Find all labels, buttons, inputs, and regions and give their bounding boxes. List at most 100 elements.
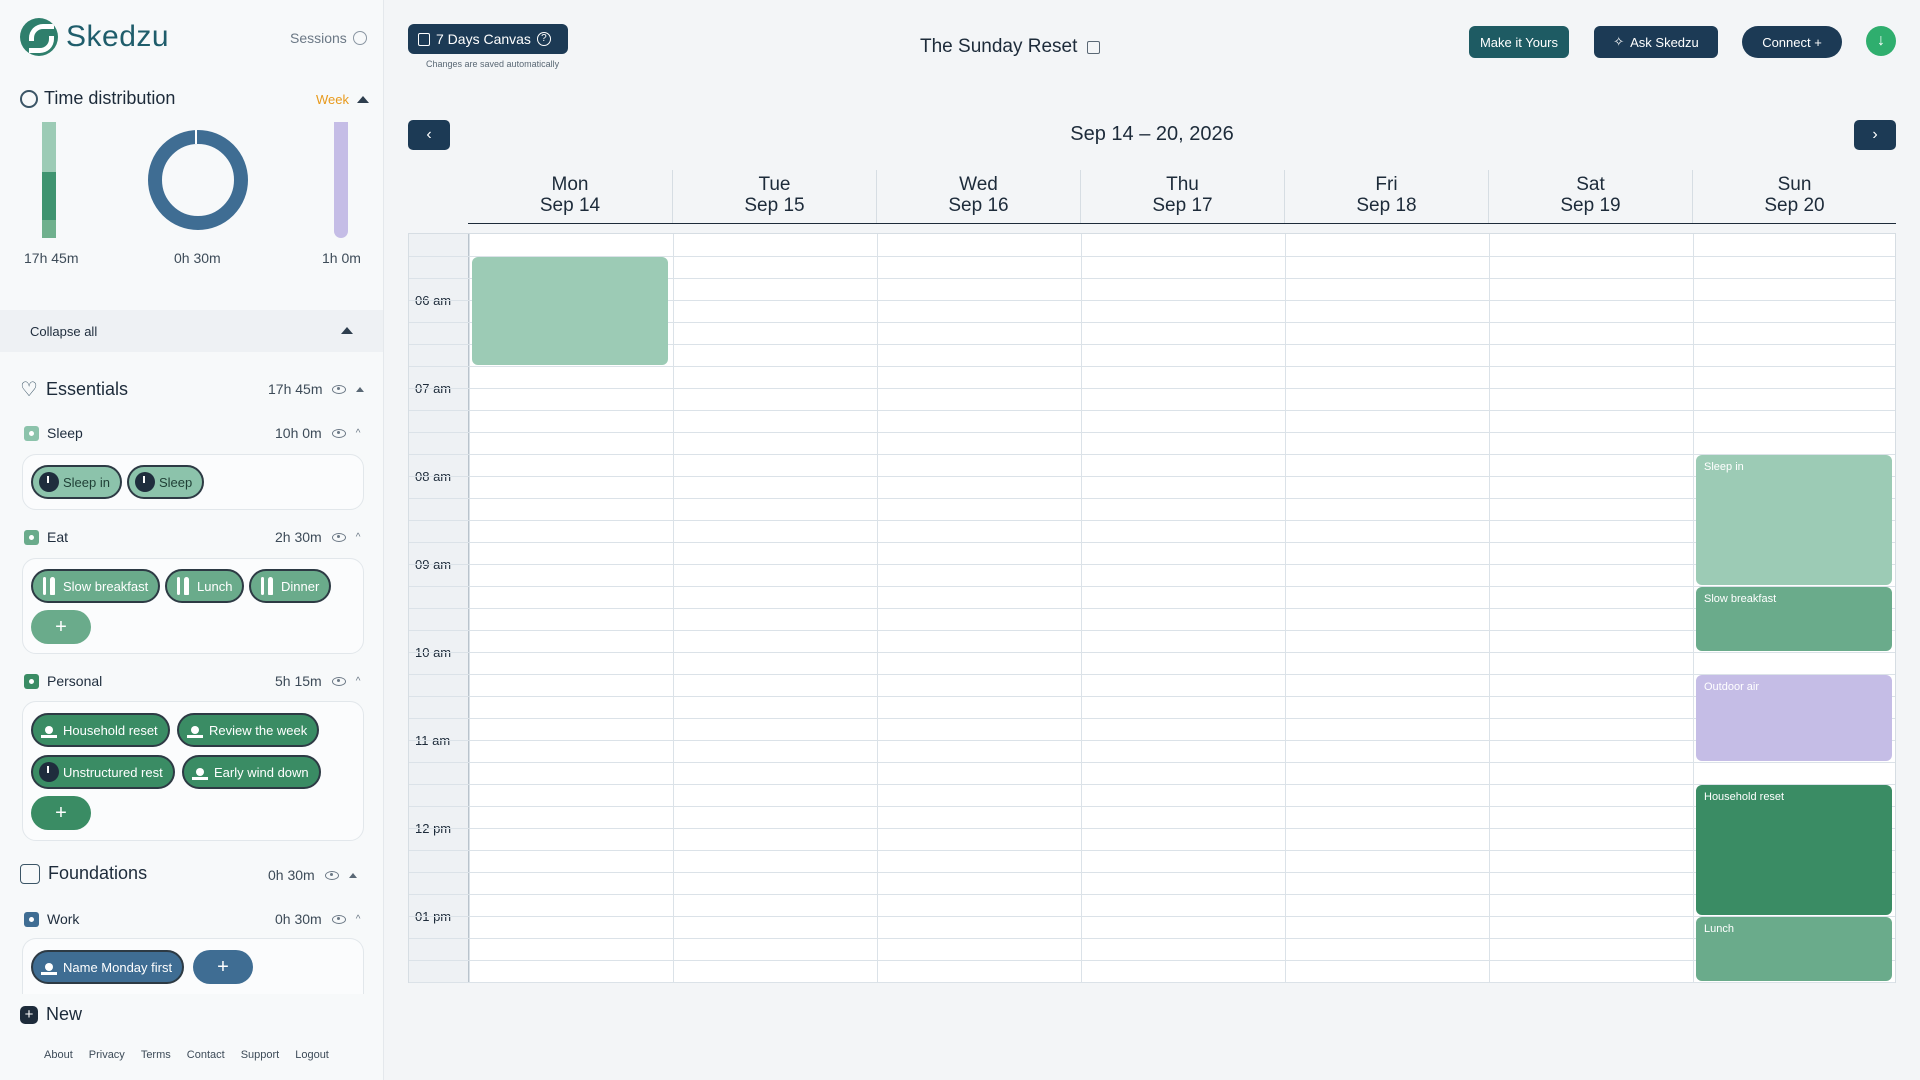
personal-duration-value: 5h 15m xyxy=(275,673,322,689)
day-date: Sep 15 xyxy=(744,195,805,216)
eye-icon[interactable] xyxy=(324,870,339,880)
add-eat-activity-button[interactable]: + xyxy=(31,610,91,644)
activity-chip[interactable]: Sleep in xyxy=(31,465,122,499)
grid-line xyxy=(409,938,1895,939)
previous-week-button[interactable]: ‹ xyxy=(408,120,450,150)
activity-chip[interactable]: Name Monday first xyxy=(31,950,185,984)
essentials-duration: 17h 45m xyxy=(268,381,365,397)
grid-line xyxy=(409,454,1895,455)
sessions-button[interactable]: Sessions xyxy=(290,30,367,46)
chevron-up-icon[interactable]: ^ xyxy=(356,676,361,687)
help-icon[interactable]: ? xyxy=(536,32,551,46)
new-button[interactable]: + New xyxy=(20,1004,82,1025)
chevron-up-icon[interactable]: ^ xyxy=(356,532,361,543)
chevron-up-icon[interactable]: ^ xyxy=(356,914,361,925)
activity-chip[interactable]: Review the week xyxy=(177,713,320,747)
calendar-grid[interactable]: 06 am 07 am 08 am 09 am 10 am 11 am 12 pm 01 pm… xyxy=(408,233,1896,983)
collapse-all-button[interactable]: Collapse all xyxy=(0,310,383,352)
calendar-event[interactable] xyxy=(472,257,668,365)
footer-link-privacy[interactable]: Privacy xyxy=(89,1049,125,1061)
footer-link-terms[interactable]: Terms xyxy=(141,1049,171,1061)
activity-chip[interactable]: Unstructured rest xyxy=(31,755,175,789)
grid-line xyxy=(409,718,1895,719)
eye-icon[interactable] xyxy=(331,914,346,924)
category-eat[interactable]: Eat xyxy=(24,529,68,545)
foundations-duration-value: 0h 30m xyxy=(268,867,315,883)
edit-icon[interactable] xyxy=(1087,40,1101,54)
other-bar xyxy=(334,122,348,238)
footer-link-logout[interactable]: Logout xyxy=(295,1049,329,1061)
chevron-up-icon[interactable]: ^ xyxy=(356,428,361,439)
calendar-event[interactable]: Slow breakfast xyxy=(1696,587,1892,651)
activity-chip[interactable]: Sleep xyxy=(127,465,205,499)
calendar-event[interactable]: Lunch xyxy=(1696,917,1892,981)
caret-up-icon[interactable] xyxy=(348,872,357,878)
connect-label: Connect + xyxy=(1762,34,1822,50)
day-date: Sep 20 xyxy=(1764,195,1825,216)
essentials-title: Essentials xyxy=(45,379,128,399)
eye-icon[interactable] xyxy=(331,676,346,686)
canvas-mode-button[interactable]: 7 Days Canvas ? xyxy=(408,24,568,54)
essentials-total: 17h 45m xyxy=(24,250,79,266)
footer-link-about[interactable]: About xyxy=(44,1049,73,1061)
next-week-button[interactable]: › xyxy=(1854,120,1896,150)
activity-chip[interactable]: Dinner xyxy=(249,569,332,603)
essentials-section-header[interactable]: ♡ Essentials xyxy=(20,377,128,402)
grid-line xyxy=(409,498,1895,499)
caret-up-icon[interactable] xyxy=(356,386,365,392)
ask-skedzu-label: Ask Skedzu xyxy=(1630,34,1699,50)
fork-knife-icon xyxy=(39,576,59,596)
clock-icon xyxy=(352,31,367,45)
canvas-icon xyxy=(418,32,430,46)
grid-line xyxy=(409,608,1895,609)
eye-icon[interactable] xyxy=(332,384,347,394)
day-column-divider xyxy=(877,234,878,982)
eye-icon[interactable] xyxy=(331,428,346,438)
download-icon[interactable]: ↓ xyxy=(1866,26,1896,56)
grid-line xyxy=(409,674,1895,675)
add-personal-activity-button[interactable]: + xyxy=(31,796,91,830)
category-work[interactable]: Work xyxy=(24,911,79,927)
grid-line xyxy=(409,586,1895,587)
app-logo[interactable]: Skedzu xyxy=(20,18,169,56)
period-toggle[interactable]: Week xyxy=(316,92,369,107)
grid-line xyxy=(409,564,1895,565)
sparkle-icon: ✧ xyxy=(1613,34,1625,49)
make-it-yours-label: Make it Yours xyxy=(1479,34,1559,50)
eye-icon[interactable] xyxy=(331,532,346,542)
make-it-yours-button[interactable]: Make it Yours xyxy=(1469,26,1569,58)
add-work-activity-button[interactable]: + xyxy=(193,950,253,984)
day-header: Thu Sep 17 xyxy=(1080,170,1284,224)
chip-label: Unstructured rest xyxy=(63,764,163,780)
new-label: New xyxy=(46,1004,83,1024)
day-of-week: Thu xyxy=(1166,174,1199,195)
ask-skedzu-button[interactable]: ✧ Ask Skedzu xyxy=(1594,26,1718,58)
foundations-section-header[interactable]: Foundations xyxy=(20,863,147,884)
other-total: 1h 0m xyxy=(322,250,361,266)
calendar-event[interactable]: Sleep in xyxy=(1696,455,1892,585)
work-duration: 0h 30m ^ xyxy=(275,911,360,927)
collapse-all-label: Collapse all xyxy=(30,324,98,339)
eat-duration: 2h 30m ^ xyxy=(275,529,360,545)
grid-line xyxy=(409,850,1895,851)
activity-chip[interactable]: Lunch xyxy=(165,569,245,603)
day-header: Fri Sep 18 xyxy=(1284,170,1488,224)
pie-chart-icon xyxy=(20,89,38,108)
grid-line xyxy=(409,542,1895,543)
heart-icon: ♡ xyxy=(20,379,38,401)
activity-chip[interactable]: Slow breakfast xyxy=(31,569,161,603)
category-sleep[interactable]: Sleep xyxy=(24,425,83,441)
activity-chip[interactable]: Household reset xyxy=(31,713,170,747)
fork-knife-icon xyxy=(257,576,277,596)
category-personal[interactable]: Personal xyxy=(24,673,102,689)
connect-button[interactable]: Connect + xyxy=(1742,26,1842,58)
activity-chip[interactable]: Early wind down xyxy=(182,755,321,789)
day-of-week: Sat xyxy=(1576,174,1605,195)
grid-line xyxy=(409,872,1895,873)
grid-line xyxy=(409,784,1895,785)
calendar-event[interactable]: Household reset xyxy=(1696,785,1892,915)
footer-link-support[interactable]: Support xyxy=(241,1049,280,1061)
footer-link-contact[interactable]: Contact xyxy=(187,1049,225,1061)
calendar-event[interactable]: Outdoor air xyxy=(1696,675,1892,761)
chip-label: Sleep xyxy=(159,474,193,490)
